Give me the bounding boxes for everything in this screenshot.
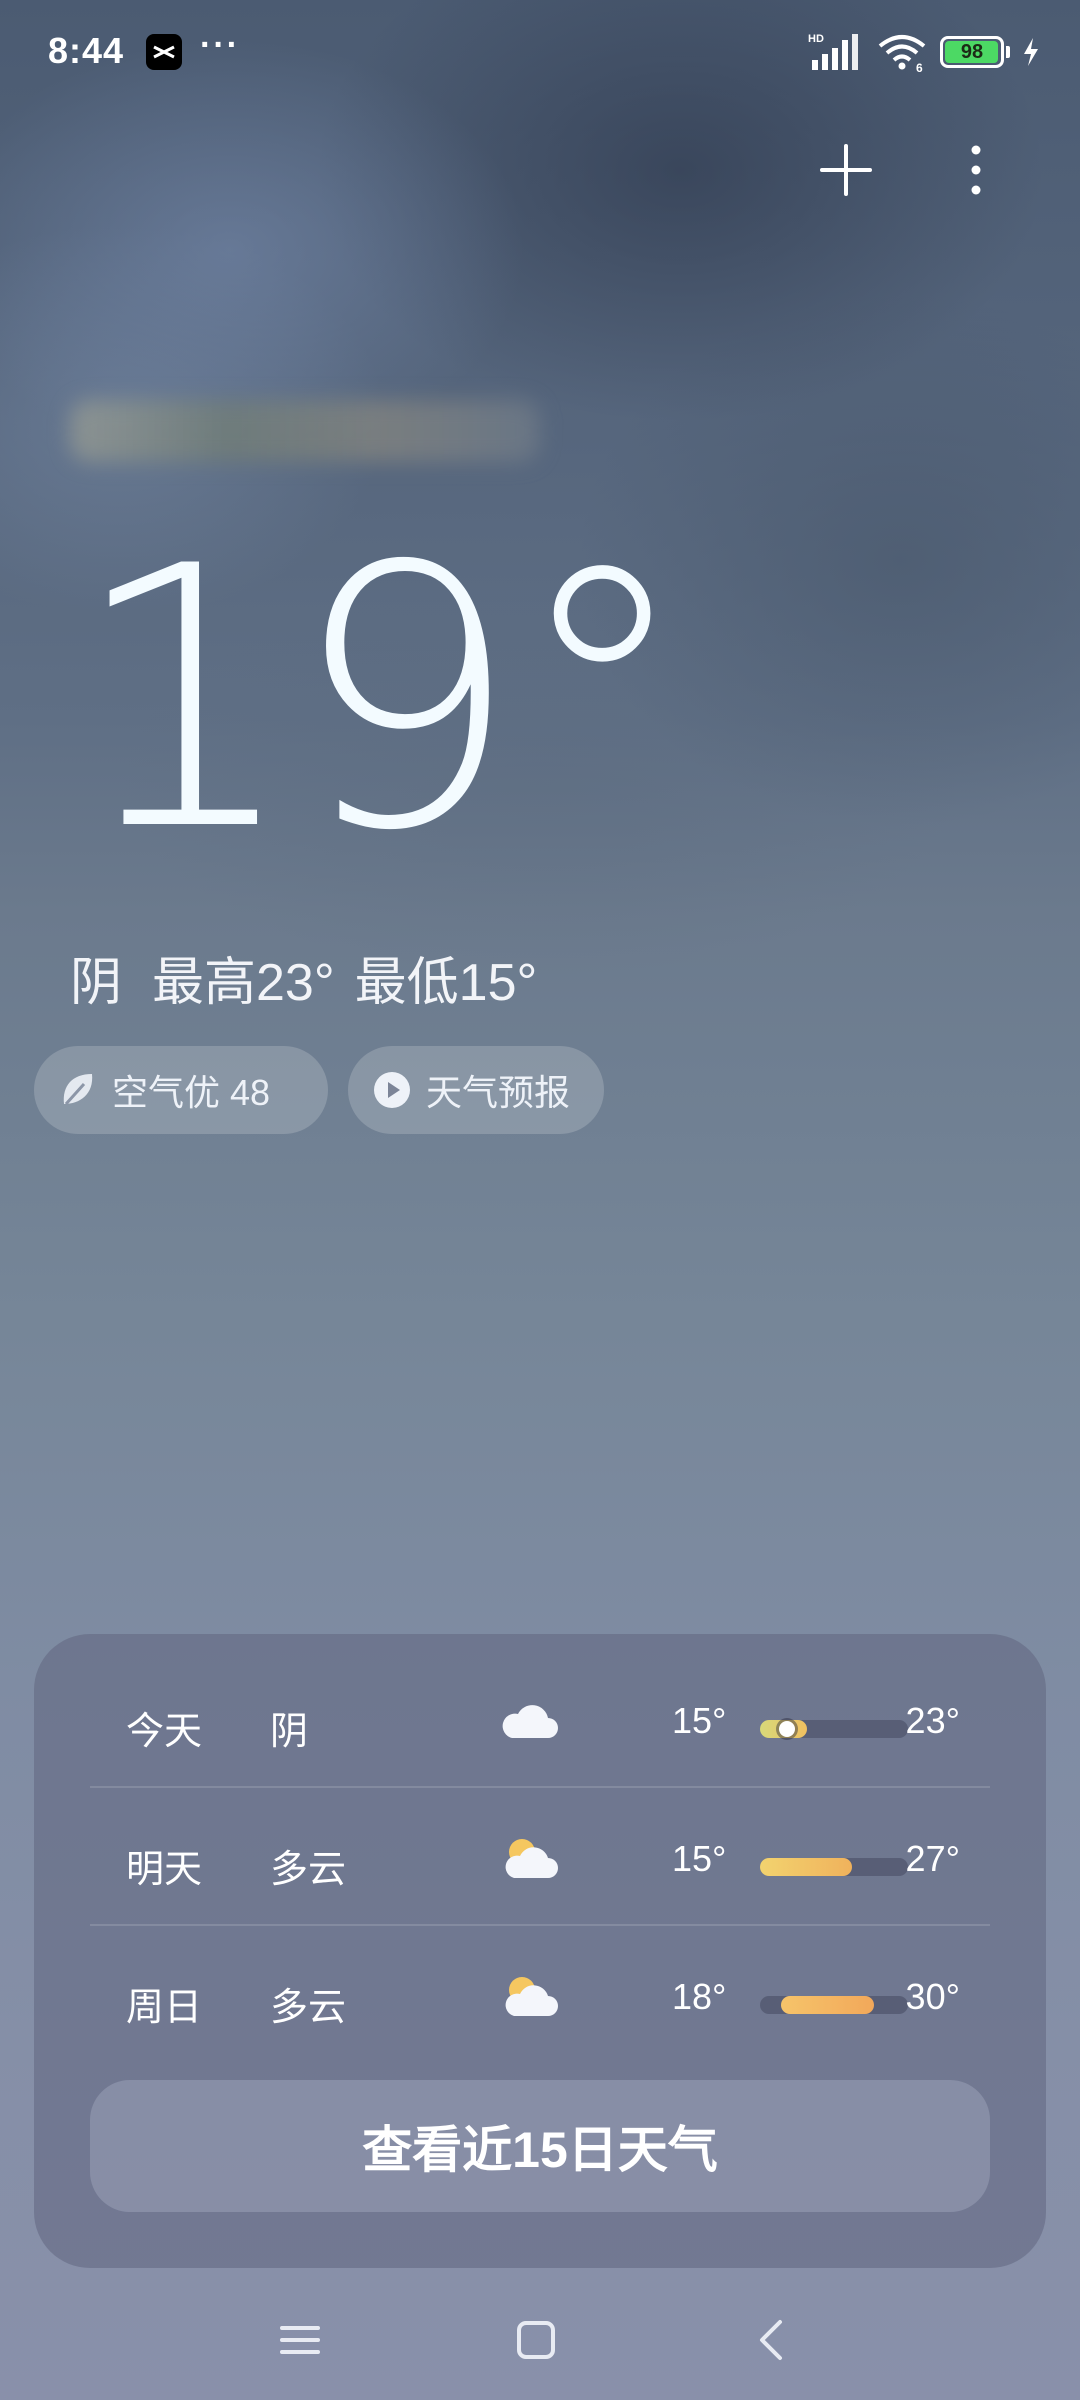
capcut-app-icon xyxy=(146,34,182,70)
forecast-day: 今天 xyxy=(126,1711,203,1753)
battery-icon: 98 xyxy=(940,36,1004,68)
play-icon xyxy=(372,1070,412,1110)
forecast-condition: 多云 xyxy=(270,1849,347,1891)
forecast-day: 周日 xyxy=(126,1987,203,2029)
high-temperature: 最高23° xyxy=(152,954,335,1012)
svg-text:6: 6 xyxy=(916,61,923,72)
forecast-low: 18° xyxy=(672,1976,727,2017)
partly-cloudy-icon xyxy=(505,1977,558,2016)
wifi-icon: 6 xyxy=(878,35,926,72)
charging-icon xyxy=(1024,38,1038,66)
forecast-row-today[interactable]: 今天 阴 15° 23° xyxy=(90,1654,990,1790)
battery-indicator: 98 xyxy=(940,36,1010,68)
square-home-icon xyxy=(517,2321,555,2359)
forecast-row-tomorrow[interactable]: 明天 多云 15° 27° xyxy=(90,1792,990,1928)
forecast-row-sunday[interactable]: 周日 多云 18° 30° xyxy=(90,1930,990,2066)
air-quality-button[interactable]: 空气优 48 xyxy=(34,1046,328,1134)
forecast-high: 27° xyxy=(905,1838,960,1879)
more-menu-button[interactable] xyxy=(956,140,996,200)
forecast-card: 今天 阴 15° 23° 明天 多云 15° 27° 周日 多云 18° 30°… xyxy=(34,1634,1046,2268)
more-notifications-icon: ··· xyxy=(200,26,240,64)
temperature-range-bar xyxy=(760,1996,908,2014)
temperature-range-fill xyxy=(760,1858,852,1876)
back-button[interactable] xyxy=(742,2310,802,2370)
temperature-range-fill xyxy=(781,1996,874,2014)
view-15-day-forecast-button[interactable]: 查看近15日天气 xyxy=(90,2080,990,2212)
location-name-redacted xyxy=(70,400,540,462)
add-city-button[interactable] xyxy=(818,142,874,198)
current-condition: 阴 xyxy=(70,954,123,1012)
status-time: 8:44 xyxy=(48,30,125,71)
row-divider xyxy=(90,1786,990,1788)
forecast-day: 明天 xyxy=(126,1849,203,1891)
cellular-signal-icon: HD xyxy=(808,33,858,70)
system-navigation-bar xyxy=(0,2290,1080,2380)
forecast-high: 30° xyxy=(905,1976,960,2017)
current-temp-marker xyxy=(779,1721,795,1737)
cloud-icon xyxy=(502,1705,558,1738)
forecast-condition: 多云 xyxy=(270,1987,347,2029)
menu-icon xyxy=(280,2326,320,2354)
forecast-low: 15° xyxy=(672,1700,727,1741)
low-temperature: 最低15° xyxy=(354,954,538,1012)
forecast-video-label: 天气预报 xyxy=(426,1072,571,1113)
condition-summary: 阴 最高23° 最低15° xyxy=(70,940,537,1015)
more-vertical-icon xyxy=(971,145,981,195)
temperature-range-bar xyxy=(760,1858,908,1876)
current-temperature: 19° xyxy=(70,490,692,909)
forecast-low: 15° xyxy=(672,1838,727,1879)
partly-cloudy-icon xyxy=(505,1839,558,1878)
row-divider xyxy=(90,1924,990,1926)
temperature-range-bar xyxy=(760,1720,908,1738)
home-button[interactable] xyxy=(506,2310,566,2370)
plus-icon xyxy=(820,144,872,196)
battery-level: 98 xyxy=(960,40,984,63)
battery-cap xyxy=(1006,46,1010,58)
forecast-condition: 阴 xyxy=(270,1711,309,1753)
status-bar: 8:44 ··· HD 6 98 xyxy=(0,0,1080,100)
weather-forecast-video-button[interactable]: 天气预报 xyxy=(348,1046,604,1134)
status-icons: HD 6 98 xyxy=(808,30,1040,74)
leaf-icon xyxy=(58,1070,98,1110)
air-quality-label: 空气优 48 xyxy=(112,1072,271,1113)
forecast-high: 23° xyxy=(905,1700,960,1741)
svg-text:HD: HD xyxy=(808,33,824,45)
recent-apps-button[interactable] xyxy=(270,2310,330,2370)
back-chevron-icon xyxy=(760,2320,782,2360)
